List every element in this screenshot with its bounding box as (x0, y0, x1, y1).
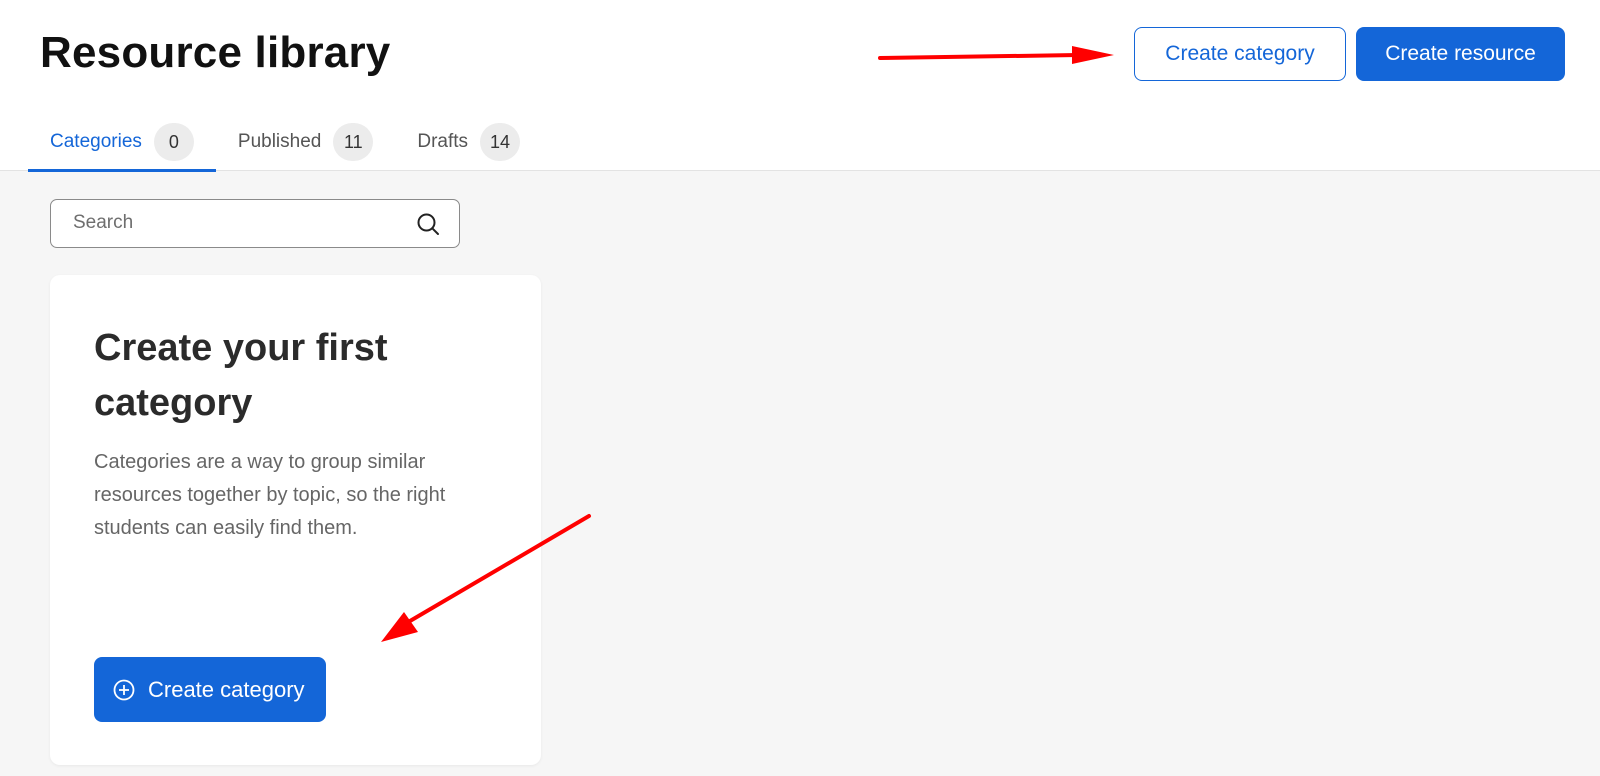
search-box (50, 199, 460, 248)
create-first-category-button[interactable]: Create category (94, 657, 326, 722)
create-resource-button[interactable]: Create resource (1356, 27, 1565, 81)
empty-state-description: Categories are a way to group similar re… (94, 451, 446, 539)
page-title: Resource library (40, 28, 391, 77)
count-badge: 14 (480, 123, 521, 161)
tab-drafts[interactable]: Drafts 14 (395, 118, 542, 171)
plus-circle-icon (113, 679, 135, 700)
button-label: Create category (148, 676, 305, 702)
tab-bar: Categories 0 Published 11 Drafts 14 (28, 118, 542, 172)
tab-published[interactable]: Published 11 (216, 118, 395, 171)
empty-state-title: Create your first category (94, 327, 388, 424)
count-badge: 0 (153, 123, 194, 161)
top-bar: Resource library Create category Create … (0, 0, 1600, 172)
empty-state-card: Create your first category Categories ar… (50, 275, 541, 765)
search-input[interactable] (65, 200, 395, 246)
tab-label: Categories (50, 131, 142, 152)
tab-label: Published (237, 131, 322, 152)
search-icon[interactable] (415, 211, 441, 237)
count-badge: 11 (333, 123, 374, 161)
tab-categories[interactable]: Categories 0 (28, 118, 216, 172)
tab-label: Drafts (417, 131, 469, 152)
create-category-button[interactable]: Create category (1134, 27, 1346, 81)
